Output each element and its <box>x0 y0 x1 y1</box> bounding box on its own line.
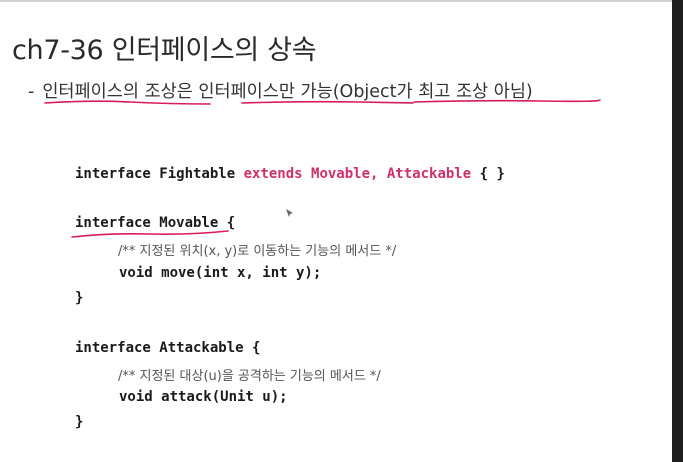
underline-interface-movable <box>71 230 229 238</box>
code-line-movable-close: } <box>75 290 84 306</box>
lecture-slide: ch7-36 인터페이스의 상속 - 인터페이스의 조상은 인터페이스만 가능(O… <box>0 0 672 462</box>
code-line-attackable-comment: /** 지정된 대상(u)을 공격하는 기능의 메서드 */ <box>118 369 381 384</box>
pen-annotations <box>44 99 601 238</box>
code-line-attackable-decl: interface Attackable { <box>75 340 261 356</box>
bullet-dash: - <box>28 82 35 102</box>
slide-title: ch7-36 인터페이스의 상속 <box>12 35 317 66</box>
code-line-attackable-close: } <box>75 414 84 430</box>
code-line-movable-decl: interface Movable { <box>75 215 236 231</box>
bullet-text: 인터페이스의 조상은 인터페이스만 가능(Object가 최고 조상 아님) <box>42 82 533 102</box>
code-line-movable-comment: /** 지정된 위치(x, y)로 이동하는 기능의 메서드 */ <box>118 244 397 259</box>
fightable-body: { } <box>479 166 505 182</box>
top-divider <box>0 0 672 2</box>
fightable-extends-clause: extends Movable, Attackable <box>243 166 472 182</box>
window-edge <box>672 0 683 462</box>
code-line-fightable: interface Fightable extends Movable, Att… <box>75 166 505 182</box>
code-line-attackable-method: void attack(Unit u); <box>119 389 288 405</box>
bullet-point: - 인터페이스의 조상은 인터페이스만 가능(Object가 최고 조상 아님) <box>28 78 533 103</box>
code-line-movable-method: void move(int x, int y); <box>119 265 322 281</box>
pen-cursor-icon <box>286 209 293 217</box>
fightable-declaration: interface Fightable <box>75 166 236 182</box>
